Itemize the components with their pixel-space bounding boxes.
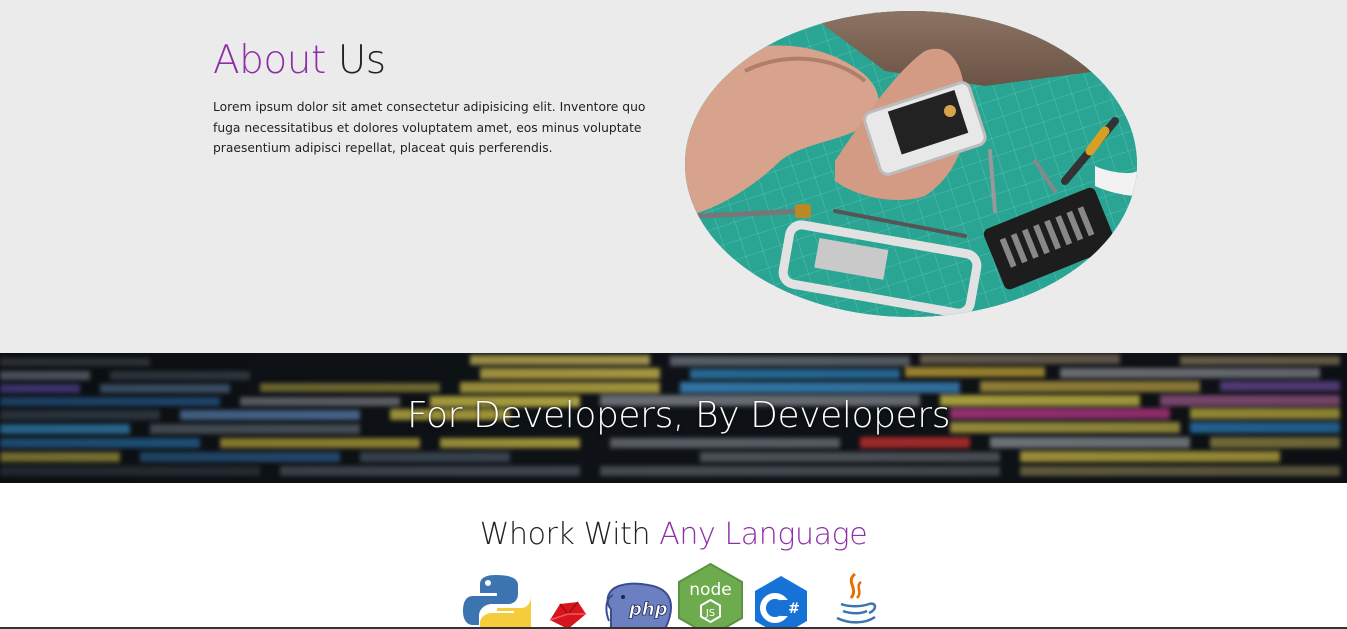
nodejs-icon: node JS [678, 562, 743, 629]
languages-title-plain: Whork With [479, 517, 660, 552]
svg-text:node: node [689, 580, 731, 600]
about-section: About Us Lorem ipsum dolor sit amet cons… [0, 0, 1347, 353]
phone-repair-image [685, 11, 1137, 317]
svg-text:php: php [628, 599, 668, 620]
languages-title: Whork With Any Language [0, 513, 1347, 557]
banner-title-text: For Developers, By Developers [406, 395, 951, 436]
svg-text:#: # [788, 601, 800, 617]
about-title: About Us [213, 38, 386, 84]
java-icon [836, 572, 877, 624]
about-title-accent: About [213, 38, 326, 83]
php-icon: php [605, 582, 673, 629]
ruby-icon [549, 601, 586, 629]
about-description: Lorem ipsum dolor sit amet consectetur a… [213, 100, 646, 155]
banner-title: For Developers, By Developers [0, 393, 1347, 439]
languages-title-accent: Any Language [659, 517, 868, 552]
csharp-icon: # [755, 576, 807, 629]
language-logos: php node JS # [0, 560, 1347, 629]
python-icon [463, 575, 531, 629]
about-title-rest: Us [325, 38, 386, 83]
phone-repair-photo-icon [685, 11, 1137, 317]
developers-banner: For Developers, By Developers [0, 353, 1347, 483]
svg-text:JS: JS [705, 608, 715, 619]
